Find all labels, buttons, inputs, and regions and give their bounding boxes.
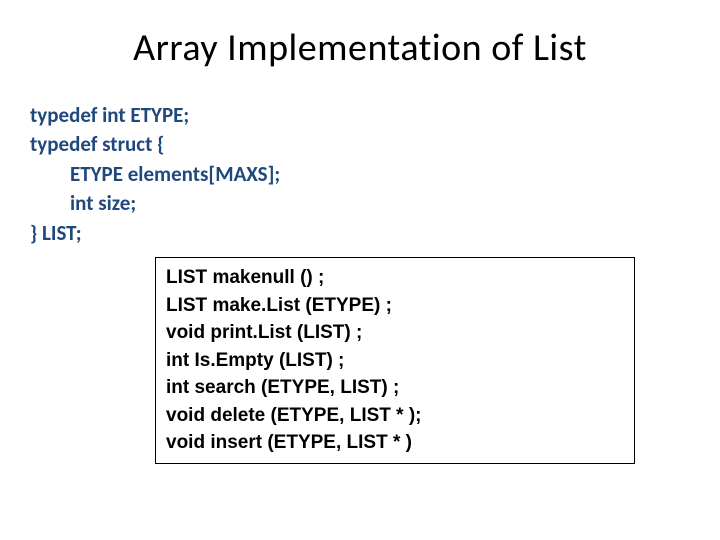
func-line: void insert (ETYPE, LIST * ): [166, 429, 624, 457]
func-line: void print.List (LIST) ;: [166, 319, 624, 347]
typedef-code-block: typedef int ETYPE; typedef struct { ETYP…: [30, 101, 690, 248]
slide-container: Array Implementation of List typedef int…: [0, 0, 720, 540]
code-line: typedef int ETYPE;: [30, 101, 690, 130]
code-line: typedef struct {: [30, 130, 690, 159]
func-line: LIST makenull () ;: [166, 264, 624, 292]
func-line: void delete (ETYPE, LIST * );: [166, 402, 624, 430]
code-line: int size;: [30, 189, 690, 218]
page-title: Array Implementation of List: [30, 25, 690, 71]
func-line: int Is.Empty (LIST) ;: [166, 347, 624, 375]
func-line: int search (ETYPE, LIST) ;: [166, 374, 624, 402]
code-line: } LIST;: [30, 219, 690, 248]
func-line: LIST make.List (ETYPE) ;: [166, 292, 624, 320]
code-line: ETYPE elements[MAXS];: [30, 160, 690, 189]
function-prototypes-box: LIST makenull () ; LIST make.List (ETYPE…: [155, 257, 635, 464]
